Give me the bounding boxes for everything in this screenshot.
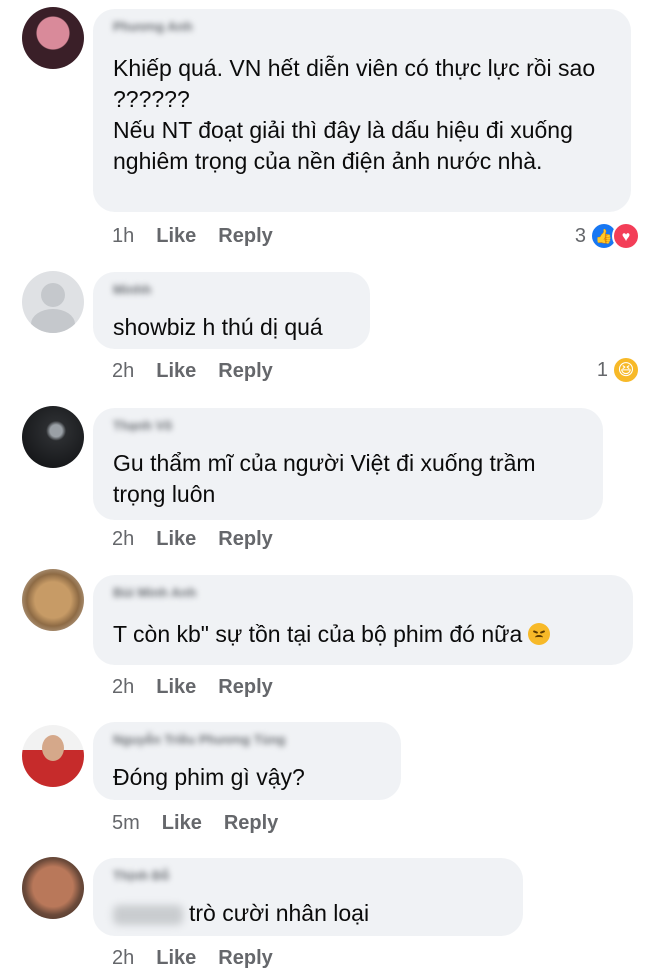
timestamp[interactable]: 2h	[112, 528, 134, 550]
comment-actions: 1h Like Reply	[112, 225, 273, 248]
like-button[interactable]: Like	[156, 225, 196, 247]
author-name[interactable]: Thạnh Võ	[113, 418, 172, 436]
comment-text: Khiếp quá. VN hết diễn viên có thực lực …	[113, 55, 596, 174]
comment-bubble: Thạnh Võ Gu thẩm mĩ của người Việt đi xu…	[93, 408, 603, 520]
love-icon: ♥	[612, 222, 640, 250]
author-name[interactable]: Thịnh Đỗ	[113, 868, 169, 886]
comment-actions: 2h Like Reply	[112, 360, 273, 383]
comment-bubble: Bùi Minh Anh T còn kb" sự tồn tại của bộ…	[93, 575, 633, 665]
comment-text-content: trò cười nhân loại	[189, 900, 370, 926]
reply-button[interactable]: Reply	[224, 812, 278, 834]
timestamp[interactable]: 5m	[112, 812, 140, 834]
avatar[interactable]	[22, 857, 84, 919]
like-button[interactable]: Like	[156, 947, 196, 969]
comment-text: Đóng phim gì vậy?	[113, 764, 305, 790]
like-button[interactable]: Like	[162, 812, 202, 834]
author-name[interactable]: Bùi Minh Anh	[113, 585, 196, 603]
reply-button[interactable]: Reply	[218, 225, 272, 247]
comment-text: showbiz h thú dị quá	[113, 314, 323, 340]
comment-bubble: Nguyễn Triều Phương Tùng Đóng phim gì vậ…	[93, 722, 401, 800]
reaction-count: 3	[574, 224, 586, 247]
avatar[interactable]	[22, 569, 84, 631]
comment-text: trò cười nhân loại	[113, 898, 505, 929]
haha-icon: 😆	[612, 356, 640, 384]
comment-actions: 5m Like Reply	[112, 812, 278, 835]
timestamp[interactable]: 1h	[112, 225, 134, 247]
reply-button[interactable]: Reply	[218, 528, 272, 550]
like-button[interactable]: Like	[156, 676, 196, 698]
comment-text: T còn kb" sự tồn tại của bộ phim đó nữa	[113, 619, 551, 650]
reaction-count: 1	[596, 358, 608, 381]
comment-actions: 2h Like Reply	[112, 676, 273, 699]
avatar[interactable]	[22, 725, 84, 787]
avatar[interactable]	[22, 271, 84, 333]
timestamp[interactable]: 2h	[112, 676, 134, 698]
blurred-mention	[113, 904, 183, 925]
comment-actions: 2h Like Reply	[112, 947, 273, 970]
comment-bubble: Thịnh Đỗ trò cười nhân loại	[93, 858, 523, 936]
author-name[interactable]: Nguyễn Triều Phương Tùng	[113, 732, 286, 750]
reply-button[interactable]: Reply	[218, 360, 272, 382]
avatar[interactable]	[22, 7, 84, 69]
reaction-summary[interactable]: 3 👍 ♥	[575, 222, 640, 250]
author-name[interactable]: Phương Anh	[113, 19, 193, 37]
comment-bubble: Phương Anh Khiếp quá. VN hết diễn viên c…	[93, 9, 631, 212]
author-name[interactable]: Minhh	[113, 282, 151, 300]
reply-button[interactable]: Reply	[218, 947, 272, 969]
disappointed-face-icon	[528, 623, 551, 645]
comment-bubble: Minhh showbiz h thú dị quá	[93, 272, 370, 349]
like-button[interactable]: Like	[156, 360, 196, 382]
comment-actions: 2h Like Reply	[112, 528, 273, 551]
reaction-summary[interactable]: 1 😆	[597, 356, 640, 384]
comment-text: Gu thẩm mĩ của người Việt đi xuống trầm …	[113, 450, 536, 507]
avatar[interactable]	[22, 406, 84, 468]
reply-button[interactable]: Reply	[218, 676, 272, 698]
like-button[interactable]: Like	[156, 528, 196, 550]
timestamp[interactable]: 2h	[112, 360, 134, 382]
comment-text-content: T còn kb" sự tồn tại của bộ phim đó nữa	[113, 621, 523, 647]
timestamp[interactable]: 2h	[112, 947, 134, 969]
